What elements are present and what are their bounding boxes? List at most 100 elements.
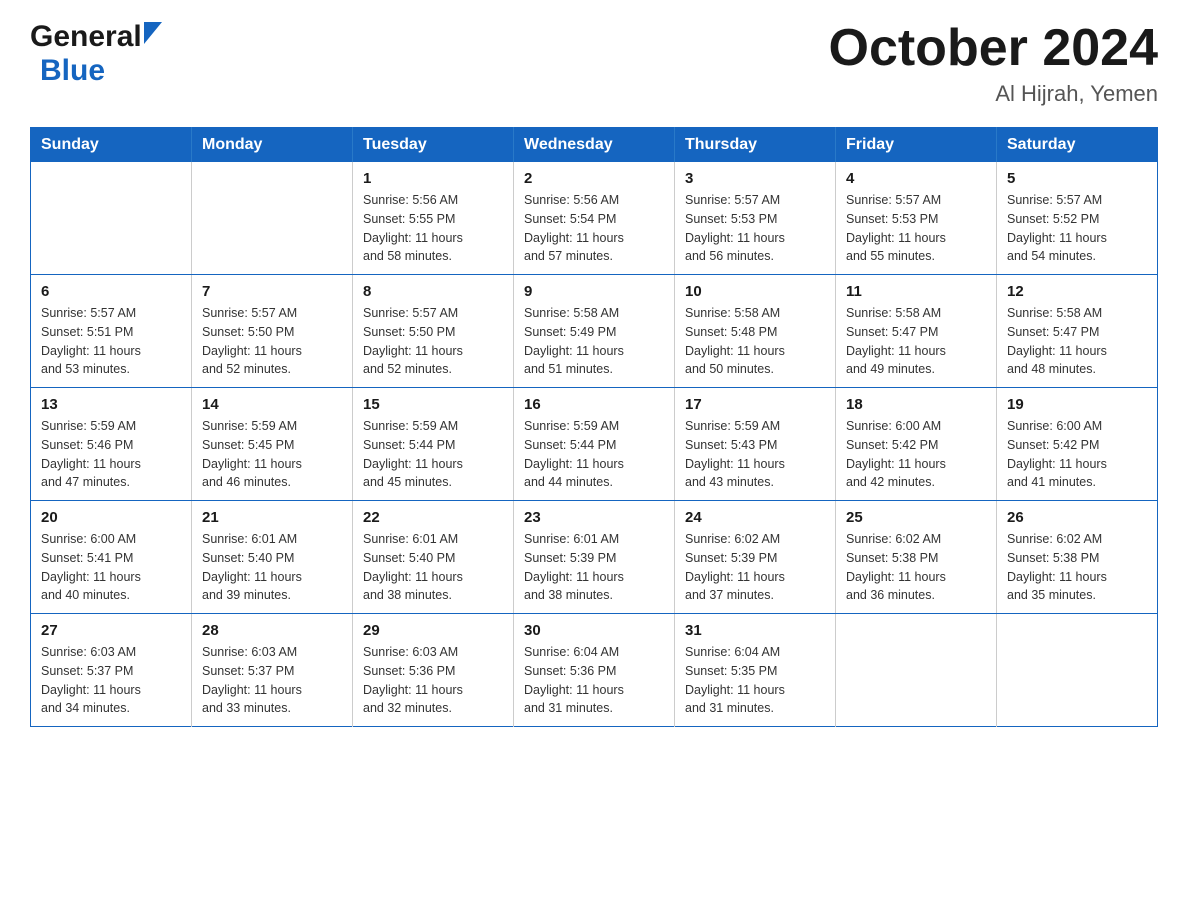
- day-number: 23: [524, 509, 664, 526]
- calendar-day-cell: 11 Sunrise: 5:58 AM Sunset: 5:47 PM Dayli…: [836, 275, 997, 388]
- calendar-day-cell: 9 Sunrise: 5:58 AM Sunset: 5:49 PM Daylig…: [514, 275, 675, 388]
- calendar-day-cell: 25 Sunrise: 6:02 AM Sunset: 5:38 PM Dayli…: [836, 501, 997, 614]
- day-info: Sunrise: 6:02 AM Sunset: 5:38 PM Dayligh…: [846, 530, 986, 605]
- calendar-week-row: 6 Sunrise: 5:57 AM Sunset: 5:51 PM Daylig…: [31, 275, 1158, 388]
- day-info: Sunrise: 5:56 AM Sunset: 5:54 PM Dayligh…: [524, 191, 664, 266]
- logo-arrow-icon: [144, 22, 162, 49]
- day-info: Sunrise: 5:58 AM Sunset: 5:48 PM Dayligh…: [685, 304, 825, 379]
- logo-general-text: General: [30, 20, 142, 54]
- day-info: Sunrise: 5:57 AM Sunset: 5:50 PM Dayligh…: [363, 304, 503, 379]
- calendar-day-cell: 2 Sunrise: 5:56 AM Sunset: 5:54 PM Daylig…: [514, 162, 675, 275]
- day-number: 31: [685, 622, 825, 639]
- day-number: 29: [363, 622, 503, 639]
- day-number: 1: [363, 170, 503, 187]
- day-number: 24: [685, 509, 825, 526]
- day-info: Sunrise: 6:02 AM Sunset: 5:38 PM Dayligh…: [1007, 530, 1147, 605]
- day-number: 7: [202, 283, 342, 300]
- day-info: Sunrise: 5:59 AM Sunset: 5:45 PM Dayligh…: [202, 417, 342, 492]
- day-number: 30: [524, 622, 664, 639]
- day-info: Sunrise: 5:59 AM Sunset: 5:44 PM Dayligh…: [524, 417, 664, 492]
- calendar-day-cell: 17 Sunrise: 5:59 AM Sunset: 5:43 PM Dayli…: [675, 388, 836, 501]
- calendar-day-cell: 31Sunrise: 6:04 AM Sunset: 5:35 PM Dayli…: [675, 614, 836, 727]
- calendar-day-cell: 23 Sunrise: 6:01 AM Sunset: 5:39 PM Dayli…: [514, 501, 675, 614]
- calendar-day-cell: 3 Sunrise: 5:57 AM Sunset: 5:53 PM Daylig…: [675, 162, 836, 275]
- day-number: 16: [524, 396, 664, 413]
- calendar-day-cell: [836, 614, 997, 727]
- calendar-header-cell: Wednesday: [514, 128, 675, 163]
- day-info: Sunrise: 5:56 AM Sunset: 5:55 PM Dayligh…: [363, 191, 503, 266]
- calendar-body: 1 Sunrise: 5:56 AM Sunset: 5:55 PM Daylig…: [31, 162, 1158, 727]
- location-text: Al Hijrah, Yemen: [829, 81, 1159, 107]
- calendar-day-cell: 21 Sunrise: 6:01 AM Sunset: 5:40 PM Dayli…: [192, 501, 353, 614]
- month-title: October 2024: [829, 20, 1159, 77]
- calendar-day-cell: 13 Sunrise: 5:59 AM Sunset: 5:46 PM Dayli…: [31, 388, 192, 501]
- day-info: Sunrise: 5:58 AM Sunset: 5:49 PM Dayligh…: [524, 304, 664, 379]
- calendar-day-cell: 29 Sunrise: 6:03 AM Sunset: 5:36 PM Dayli…: [353, 614, 514, 727]
- day-info: Sunrise: 5:58 AM Sunset: 5:47 PM Dayligh…: [1007, 304, 1147, 379]
- day-number: 22: [363, 509, 503, 526]
- calendar-day-cell: 22 Sunrise: 6:01 AM Sunset: 5:40 PM Dayli…: [353, 501, 514, 614]
- calendar-day-cell: 19Sunrise: 6:00 AM Sunset: 5:42 PM Dayli…: [997, 388, 1158, 501]
- day-info: Sunrise: 5:57 AM Sunset: 5:53 PM Dayligh…: [685, 191, 825, 266]
- calendar-header-cell: Friday: [836, 128, 997, 163]
- day-number: 12: [1007, 283, 1147, 300]
- calendar-day-cell: 12 Sunrise: 5:58 AM Sunset: 5:47 PM Dayli…: [997, 275, 1158, 388]
- calendar-day-cell: 10 Sunrise: 5:58 AM Sunset: 5:48 PM Dayli…: [675, 275, 836, 388]
- calendar-day-cell: [997, 614, 1158, 727]
- day-number: 8: [363, 283, 503, 300]
- day-info: Sunrise: 5:59 AM Sunset: 5:43 PM Dayligh…: [685, 417, 825, 492]
- calendar-day-cell: 24Sunrise: 6:02 AM Sunset: 5:39 PM Dayli…: [675, 501, 836, 614]
- day-info: Sunrise: 5:57 AM Sunset: 5:51 PM Dayligh…: [41, 304, 181, 379]
- day-info: Sunrise: 5:58 AM Sunset: 5:47 PM Dayligh…: [846, 304, 986, 379]
- day-info: Sunrise: 6:03 AM Sunset: 5:36 PM Dayligh…: [363, 643, 503, 718]
- day-number: 17: [685, 396, 825, 413]
- calendar-week-row: 20Sunrise: 6:00 AM Sunset: 5:41 PM Dayli…: [31, 501, 1158, 614]
- calendar-day-cell: 20Sunrise: 6:00 AM Sunset: 5:41 PM Dayli…: [31, 501, 192, 614]
- day-number: 10: [685, 283, 825, 300]
- calendar-week-row: 27Sunrise: 6:03 AM Sunset: 5:37 PM Dayli…: [31, 614, 1158, 727]
- calendar-day-cell: 8 Sunrise: 5:57 AM Sunset: 5:50 PM Daylig…: [353, 275, 514, 388]
- day-number: 21: [202, 509, 342, 526]
- calendar-day-cell: 30 Sunrise: 6:04 AM Sunset: 5:36 PM Dayli…: [514, 614, 675, 727]
- day-info: Sunrise: 6:04 AM Sunset: 5:36 PM Dayligh…: [524, 643, 664, 718]
- title-section: October 2024 Al Hijrah, Yemen: [829, 20, 1159, 107]
- calendar-day-cell: 16 Sunrise: 5:59 AM Sunset: 5:44 PM Dayli…: [514, 388, 675, 501]
- day-number: 13: [41, 396, 181, 413]
- logo-blue-text: Blue: [40, 54, 105, 87]
- page-header: General Blue October 2024 Al Hijrah, Yem…: [30, 20, 1158, 107]
- calendar-header-cell: Thursday: [675, 128, 836, 163]
- calendar-week-row: 13 Sunrise: 5:59 AM Sunset: 5:46 PM Dayli…: [31, 388, 1158, 501]
- day-number: 11: [846, 283, 986, 300]
- calendar-day-cell: 26 Sunrise: 6:02 AM Sunset: 5:38 PM Dayli…: [997, 501, 1158, 614]
- calendar-header-cell: Saturday: [997, 128, 1158, 163]
- day-info: Sunrise: 6:00 AM Sunset: 5:42 PM Dayligh…: [846, 417, 986, 492]
- day-info: Sunrise: 6:01 AM Sunset: 5:40 PM Dayligh…: [363, 530, 503, 605]
- logo: General Blue: [30, 20, 162, 88]
- day-number: 3: [685, 170, 825, 187]
- calendar-table: SundayMondayTuesdayWednesdayThursdayFrid…: [30, 127, 1158, 727]
- day-info: Sunrise: 6:03 AM Sunset: 5:37 PM Dayligh…: [41, 643, 181, 718]
- day-number: 26: [1007, 509, 1147, 526]
- day-info: Sunrise: 6:01 AM Sunset: 5:40 PM Dayligh…: [202, 530, 342, 605]
- calendar-header-row: SundayMondayTuesdayWednesdayThursdayFrid…: [31, 128, 1158, 163]
- calendar-day-cell: 18 Sunrise: 6:00 AM Sunset: 5:42 PM Dayli…: [836, 388, 997, 501]
- calendar-header-cell: Sunday: [31, 128, 192, 163]
- day-number: 2: [524, 170, 664, 187]
- day-number: 4: [846, 170, 986, 187]
- day-number: 20: [41, 509, 181, 526]
- day-info: Sunrise: 5:57 AM Sunset: 5:50 PM Dayligh…: [202, 304, 342, 379]
- day-info: Sunrise: 5:57 AM Sunset: 5:53 PM Dayligh…: [846, 191, 986, 266]
- day-info: Sunrise: 5:59 AM Sunset: 5:44 PM Dayligh…: [363, 417, 503, 492]
- day-info: Sunrise: 5:59 AM Sunset: 5:46 PM Dayligh…: [41, 417, 181, 492]
- day-number: 9: [524, 283, 664, 300]
- day-number: 18: [846, 396, 986, 413]
- day-number: 6: [41, 283, 181, 300]
- calendar-day-cell: 14Sunrise: 5:59 AM Sunset: 5:45 PM Dayli…: [192, 388, 353, 501]
- calendar-day-cell: 4 Sunrise: 5:57 AM Sunset: 5:53 PM Daylig…: [836, 162, 997, 275]
- calendar-day-cell: 6 Sunrise: 5:57 AM Sunset: 5:51 PM Daylig…: [31, 275, 192, 388]
- calendar-header-cell: Monday: [192, 128, 353, 163]
- day-number: 25: [846, 509, 986, 526]
- calendar-day-cell: 7 Sunrise: 5:57 AM Sunset: 5:50 PM Daylig…: [192, 275, 353, 388]
- calendar-day-cell: 27Sunrise: 6:03 AM Sunset: 5:37 PM Dayli…: [31, 614, 192, 727]
- day-info: Sunrise: 6:01 AM Sunset: 5:39 PM Dayligh…: [524, 530, 664, 605]
